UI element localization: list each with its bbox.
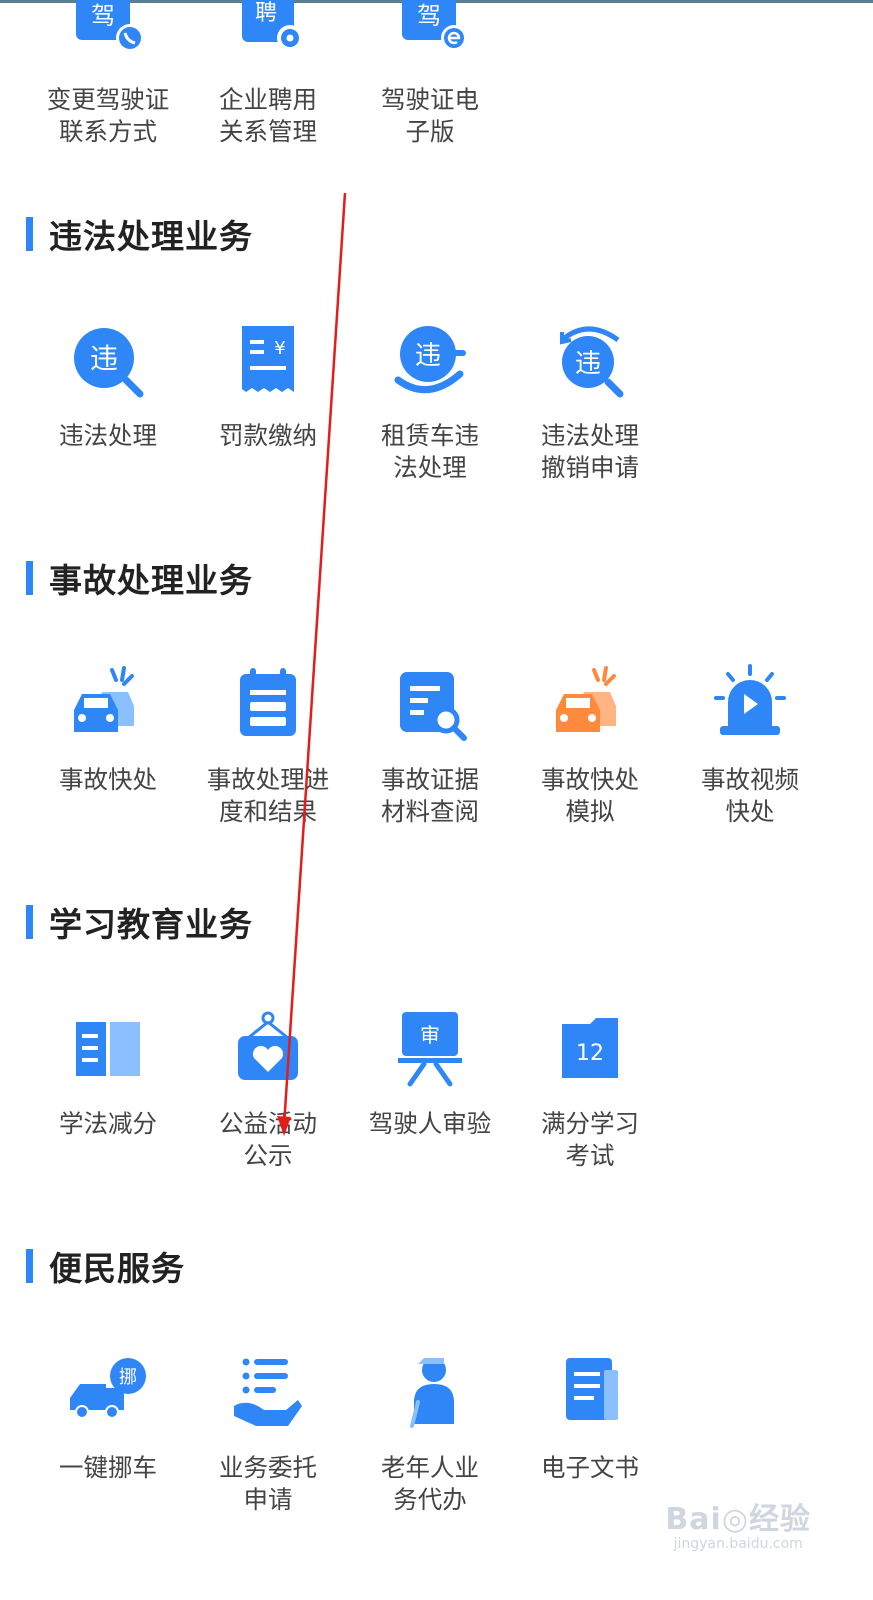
tile-label: 学法减分 (59, 1109, 157, 1138)
tile-elderly-service[interactable]: 老年人业 务代办 (348, 1350, 512, 1516)
tile-accident-video[interactable]: 事故视频 快处 (668, 662, 832, 828)
tile-label: 事故视频 快处 (701, 765, 799, 826)
rental-violation-icon: 违 (388, 318, 472, 402)
svg-text:驾: 驾 (91, 2, 115, 30)
charity-heart-icon (226, 1006, 310, 1090)
section-title-text: 学习教育业务 (49, 905, 253, 944)
svg-text:挪: 挪 (119, 1367, 137, 1388)
baidu-jingyan-watermark: Bai◎经验 jingyan.baidu.com (665, 1494, 811, 1552)
svg-text:驾: 驾 (417, 2, 441, 30)
tile-e-document[interactable]: 电子文书 (508, 1350, 672, 1484)
tile-full-score-exam[interactable]: 12 满分学习 考试 (508, 1006, 672, 1172)
video-alarm-icon (708, 662, 792, 746)
tile-label: 驾驶人审验 (368, 1109, 492, 1138)
tile-label: 驾驶证电 子版 (381, 85, 479, 146)
tile-label: 老年人业 务代办 (381, 1453, 479, 1514)
service-page: 驾 变更驾驶证 联系方式 聘 企业聘用 关系管理 驾 驾驶证电 子版 违法处理业… (0, 0, 873, 1600)
tile-label: 企业聘用 关系管理 (219, 85, 317, 146)
tile-accident-quick[interactable]: 事故快处 (26, 662, 190, 796)
e-document-icon (548, 1350, 632, 1434)
driver-review-icon: 审 (388, 1006, 472, 1090)
svg-text:聘: 聘 (255, 1, 277, 26)
accident-progress-icon (226, 662, 310, 746)
tile-label: 业务委托 申请 (219, 1453, 317, 1514)
study-book-icon (66, 1006, 150, 1090)
violation-revoke-icon: 违 (548, 318, 632, 402)
tile-employment-management[interactable]: 聘 企业聘用 关系管理 (186, 0, 350, 148)
evidence-search-icon (388, 662, 472, 746)
tile-accident-simulation[interactable]: 事故快处 模拟 (508, 662, 672, 828)
tile-fine-payment[interactable]: ¥ 罚款缴纳 (186, 318, 350, 452)
svg-text:违: 违 (575, 349, 601, 379)
tile-label: 公益活动 公示 (219, 1109, 317, 1170)
section-accent-bar (26, 561, 33, 595)
tile-accident-progress[interactable]: 事故处理进 度和结果 (186, 662, 350, 828)
tile-rental-violation[interactable]: 违 租赁车违 法处理 (348, 318, 512, 484)
watermark-sub: jingyan.baidu.com (673, 1536, 803, 1552)
tile-violation-revoke[interactable]: 违 违法处理 撤销申请 (508, 318, 672, 484)
license-electronic-icon: 驾 (388, 0, 472, 66)
license-phone-icon: 驾 (66, 0, 150, 66)
svg-text:违: 违 (415, 341, 441, 371)
tile-label: 变更驾驶证 联系方式 (46, 85, 170, 146)
tile-charity-notice[interactable]: 公益活动 公示 (186, 1006, 350, 1172)
section-accent-bar (26, 905, 33, 939)
watermark-main: Bai◎经验 (665, 1502, 811, 1537)
move-car-icon: 挪 (66, 1350, 150, 1434)
violation-search-icon: 违 (66, 318, 150, 402)
tile-label: 租赁车违 法处理 (381, 421, 479, 482)
tile-label: 一键挪车 (59, 1453, 157, 1482)
svg-text:12: 12 (576, 1041, 604, 1066)
tile-label: 罚款缴纳 (219, 421, 317, 450)
tile-license-electronic[interactable]: 驾 驾驶证电 子版 (348, 0, 512, 148)
section-title-convenience: 便民服务 (26, 1246, 185, 1288)
tile-label: 事故快处 (59, 765, 157, 794)
section-title-text: 便民服务 (49, 1249, 185, 1288)
entrust-hand-icon (226, 1350, 310, 1434)
tile-evidence-review[interactable]: 事故证据 材料查阅 (348, 662, 512, 828)
tile-violation-handling[interactable]: 违 违法处理 (26, 318, 190, 452)
fine-receipt-icon: ¥ (226, 318, 310, 402)
section-title-violation: 违法处理业务 (26, 214, 253, 256)
tile-label: 违法处理 撤销申请 (541, 421, 639, 482)
section-title-accident: 事故处理业务 (26, 558, 253, 600)
section-accent-bar (26, 1249, 33, 1283)
employment-gear-icon: 聘 (226, 0, 310, 66)
section-title-text: 事故处理业务 (49, 561, 253, 600)
elderly-icon (388, 1350, 472, 1434)
tile-label: 违法处理 (59, 421, 157, 450)
full-score-calendar-icon: 12 (548, 1006, 632, 1090)
svg-text:¥: ¥ (274, 338, 285, 359)
section-title-education: 学习教育业务 (26, 902, 253, 944)
tile-business-entrust[interactable]: 业务委托 申请 (186, 1350, 350, 1516)
accident-simulation-icon (548, 662, 632, 746)
tile-label: 事故证据 材料查阅 (381, 765, 479, 826)
tile-study-deduct[interactable]: 学法减分 (26, 1006, 190, 1140)
svg-text:审: 审 (420, 1023, 440, 1047)
tile-driver-review[interactable]: 审 驾驶人审验 (348, 1006, 512, 1140)
svg-text:违: 违 (90, 342, 118, 375)
tile-label: 电子文书 (541, 1453, 639, 1482)
section-accent-bar (26, 217, 33, 251)
section-title-text: 违法处理业务 (49, 217, 253, 256)
tile-change-license-contact[interactable]: 驾 变更驾驶证 联系方式 (26, 0, 190, 148)
tile-label: 满分学习 考试 (541, 1109, 639, 1170)
accident-cars-icon (66, 662, 150, 746)
tile-label: 事故处理进 度和结果 (206, 765, 330, 826)
tile-move-car[interactable]: 挪 一键挪车 (26, 1350, 190, 1484)
tile-label: 事故快处 模拟 (541, 765, 639, 826)
